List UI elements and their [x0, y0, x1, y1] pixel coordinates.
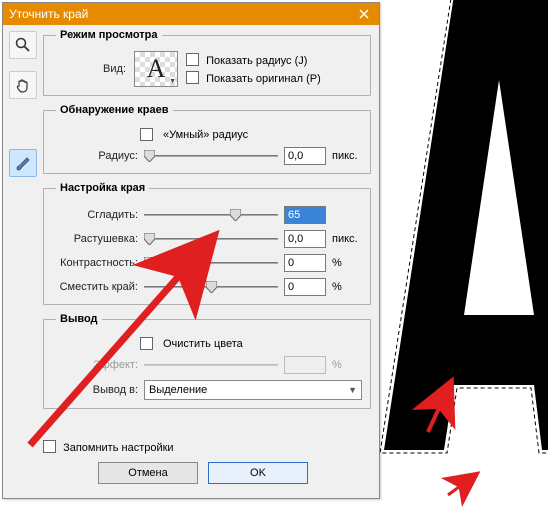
- edge-adjust-legend: Настройка края: [56, 182, 149, 194]
- show-original-checkbox-row[interactable]: Показать оригинал (P): [186, 71, 321, 85]
- output-to-label: Вывод в:: [52, 384, 138, 396]
- contrast-input[interactable]: 0: [284, 254, 326, 272]
- edge-detection-legend: Обнаружение краев: [56, 104, 173, 116]
- magnifier-icon: [15, 37, 31, 53]
- chevron-down-icon: ▼: [348, 385, 357, 395]
- show-radius-checkbox-row[interactable]: Показать радиус (J): [186, 53, 321, 67]
- remember-settings-label: Запомнить настройки: [63, 442, 174, 454]
- shift-edge-slider[interactable]: [144, 279, 278, 295]
- feather-slider[interactable]: [144, 231, 278, 247]
- feather-input[interactable]: 0,0: [284, 230, 326, 248]
- radius-unit: пикс.: [332, 150, 362, 162]
- show-original-checkbox[interactable]: [186, 71, 199, 84]
- radius-input[interactable]: 0,0: [284, 147, 326, 165]
- decontaminate-checkbox[interactable]: [140, 337, 153, 350]
- shift-edge-label: Сместить край:: [52, 281, 138, 293]
- output-group: Вывод Очистить цвета Эффект: % Вывод в:: [43, 313, 371, 409]
- cancel-button[interactable]: Отмена: [98, 462, 198, 484]
- view-label: Вид:: [52, 63, 126, 75]
- view-mode-legend: Режим просмотра: [56, 29, 162, 41]
- smart-radius-label: «Умный» радиус: [163, 129, 248, 141]
- effect-unit: %: [332, 359, 362, 371]
- output-legend: Вывод: [56, 313, 102, 325]
- chevron-down-icon: ▼: [169, 77, 176, 85]
- main-panel: Режим просмотра Вид: A ▼ Показать радиус…: [43, 25, 379, 498]
- smooth-slider[interactable]: [144, 207, 278, 223]
- contrast-slider[interactable]: [144, 255, 278, 271]
- shift-edge-unit: %: [332, 281, 362, 293]
- tool-column: [3, 25, 43, 498]
- view-mode-swatch[interactable]: A ▼: [134, 51, 178, 87]
- feather-label: Растушевка:: [52, 233, 138, 245]
- brush-icon: [14, 154, 32, 172]
- smooth-input[interactable]: 65: [284, 206, 326, 224]
- effect-slider: [144, 357, 278, 373]
- view-mode-group: Режим просмотра Вид: A ▼ Показать радиус…: [43, 29, 371, 96]
- contrast-label: Контрастность:: [52, 257, 138, 269]
- zoom-tool-button[interactable]: [9, 31, 37, 59]
- refine-edge-dialog: Уточнить край Режим просмотра Вид:: [2, 2, 380, 499]
- show-original-label: Показать оригинал (P): [206, 73, 321, 85]
- show-radius-label: Показать радиус (J): [206, 55, 307, 67]
- decontaminate-label: Очистить цвета: [163, 338, 243, 350]
- window-title: Уточнить край: [9, 7, 349, 21]
- hand-tool-button[interactable]: [9, 71, 37, 99]
- close-button[interactable]: [349, 3, 379, 25]
- effect-label: Эффект:: [52, 359, 138, 371]
- smart-radius-checkbox[interactable]: [140, 128, 153, 141]
- output-to-combo[interactable]: Выделение ▼: [144, 380, 362, 400]
- swatch-letter: A: [147, 54, 166, 84]
- refine-brush-tool-button[interactable]: [9, 149, 37, 177]
- radius-label: Радиус:: [52, 150, 138, 162]
- output-to-value: Выделение: [149, 384, 207, 396]
- feather-unit: пикс.: [332, 233, 362, 245]
- edge-adjust-group: Настройка края Сгладить: 65 Растушевка:: [43, 182, 371, 305]
- close-icon: [359, 9, 369, 19]
- contrast-unit: %: [332, 257, 362, 269]
- titlebar: Уточнить край: [3, 3, 379, 25]
- canvas-selection-a-shape: [374, 0, 548, 470]
- hand-icon: [15, 77, 31, 93]
- show-radius-checkbox[interactable]: [186, 53, 199, 66]
- edge-detection-group: Обнаружение краев «Умный» радиус Радиус:…: [43, 104, 371, 174]
- shift-edge-input[interactable]: 0: [284, 278, 326, 296]
- smooth-label: Сгладить:: [52, 209, 138, 221]
- radius-slider[interactable]: [144, 148, 278, 164]
- effect-input: [284, 356, 326, 374]
- ok-button[interactable]: OK: [208, 462, 308, 484]
- remember-settings-checkbox[interactable]: [43, 440, 56, 453]
- remember-settings-row[interactable]: Запомнить настройки: [43, 442, 174, 454]
